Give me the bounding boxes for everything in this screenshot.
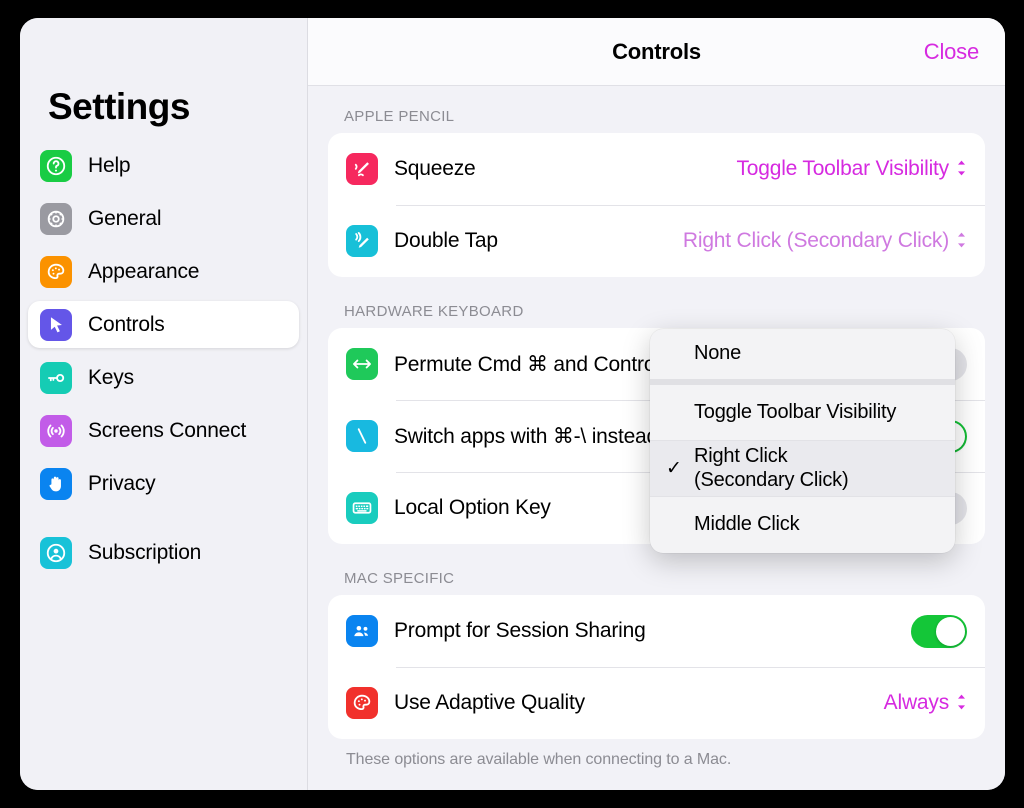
- settings-row-label: Double Tap: [394, 229, 498, 252]
- toggle-switch[interactable]: [911, 614, 967, 648]
- people-icon: [346, 615, 378, 647]
- sidebar-item-privacy[interactable]: Privacy: [28, 460, 299, 507]
- popup-value: Always: [883, 691, 950, 714]
- key-icon: [40, 361, 72, 394]
- settings-group: Squeeze Toggle Toolbar Visibility Double T…: [328, 133, 985, 277]
- dropdown-item[interactable]: Toggle Toolbar Visibility: [650, 385, 955, 441]
- chevron-up-down-icon: [956, 159, 967, 180]
- sidebar-item-label: Subscription: [88, 540, 202, 564]
- settings-window: Settings Help General Appearance Controls Ke…: [20, 18, 1005, 790]
- toggle-knob: [936, 616, 965, 646]
- popup-value: Toggle Toolbar Visibility: [736, 157, 949, 180]
- page-title: Controls: [612, 38, 701, 64]
- sidebar: Settings Help General Appearance Controls Ke…: [20, 18, 308, 790]
- section-header: HARDWARE KEYBOARD: [344, 303, 524, 320]
- settings-row-label: Prompt for Session Sharing: [394, 619, 646, 642]
- popup-value: Right Click (Secondary Click): [682, 229, 949, 252]
- section-header: MAC SPECIFIC: [344, 570, 455, 587]
- settings-row-label: Squeeze: [394, 157, 476, 180]
- sidebar-item-label: Controls: [88, 312, 165, 336]
- sidebar-item-label: General: [88, 206, 162, 230]
- settings-row[interactable]: Prompt for Session Sharing: [328, 595, 985, 667]
- keyboard-icon: [346, 492, 378, 524]
- sidebar-item-label: Help: [88, 153, 131, 177]
- sidebar-item-label: Appearance: [88, 259, 200, 283]
- popup-button[interactable]: Toggle Toolbar Visibility: [736, 157, 967, 181]
- broadcast-icon: [40, 414, 72, 447]
- sidebar-title: Settings: [48, 86, 190, 127]
- sidebar-item-subscription[interactable]: Subscription: [28, 529, 299, 576]
- palette-icon: [40, 255, 72, 288]
- close-button[interactable]: Close: [924, 39, 979, 65]
- sidebar-group-spacer: [28, 513, 299, 529]
- chevron-up-down-icon: [956, 231, 967, 252]
- sidebar-item-help[interactable]: Help: [28, 142, 299, 189]
- section-footnote: These options are available when connect…: [346, 751, 732, 768]
- sidebar-item-controls[interactable]: Controls: [28, 301, 299, 348]
- sidebar-item-label: Screens Connect: [88, 418, 247, 442]
- sidebar-item-label: Privacy: [88, 471, 156, 495]
- section-header: APPLE PENCIL: [344, 108, 455, 125]
- left-right-arrow-icon: [346, 348, 378, 380]
- pencil-squeeze-icon: [346, 153, 378, 185]
- settings-scroll-area: APPLE PENCIL Squeeze Toggle Toolbar Visibi…: [308, 86, 1005, 790]
- settings-group: Prompt for Session Sharing Use Adaptive Q…: [328, 595, 985, 739]
- sidebar-item-appearance[interactable]: Appearance: [28, 248, 299, 295]
- sidebar-item-general[interactable]: General: [28, 195, 299, 242]
- titlebar: Controls Close: [308, 18, 1005, 86]
- settings-row[interactable]: Double Tap Right Click (Secondary Click): [328, 205, 985, 277]
- person-circle-icon: [40, 536, 72, 569]
- checkmark-icon: ✓: [666, 457, 682, 479]
- sidebar-item-screens-connect[interactable]: Screens Connect: [28, 407, 299, 454]
- palette-icon: [346, 687, 378, 719]
- content-pane: Controls Close APPLE PENCIL Squeeze Toggle…: [308, 18, 1005, 790]
- dropdown-item-label: Toggle Toolbar Visibility: [694, 400, 897, 423]
- question-mark-icon: [40, 149, 72, 182]
- sidebar-item-label: Keys: [88, 365, 134, 389]
- hand-raised-icon: [40, 467, 72, 500]
- sidebar-item-keys[interactable]: Keys: [28, 354, 299, 401]
- dropdown-item[interactable]: Middle Click: [650, 497, 955, 553]
- dropdown-item-label: None: [694, 342, 742, 365]
- popup-button[interactable]: Right Click (Secondary Click): [683, 229, 967, 253]
- settings-row[interactable]: Use Adaptive Quality Always: [328, 667, 985, 739]
- backslash-key-icon: [346, 420, 378, 452]
- cursor-arrow-icon: [40, 308, 72, 341]
- dropdown-item-label: Middle Click: [694, 513, 800, 536]
- dropdown-item[interactable]: None: [650, 329, 955, 385]
- chevron-up-down-icon: [956, 693, 967, 714]
- pencil-tap-icon: [346, 225, 378, 257]
- double-tap-dropdown-menu[interactable]: None Toggle Toolbar Visibility ✓ Right Clic…: [650, 329, 955, 553]
- settings-row[interactable]: Squeeze Toggle Toolbar Visibility: [328, 133, 985, 205]
- gear-icon: [40, 202, 72, 235]
- dropdown-item-label: Right Click (Secondary Click): [694, 444, 849, 491]
- dropdown-item[interactable]: ✓ Right Click (Secondary Click): [650, 441, 955, 497]
- settings-row-label: Use Adaptive Quality: [394, 691, 585, 714]
- sidebar-nav-list: Help General Appearance Controls Keys Screens…: [20, 142, 307, 576]
- popup-button[interactable]: Always: [884, 691, 967, 715]
